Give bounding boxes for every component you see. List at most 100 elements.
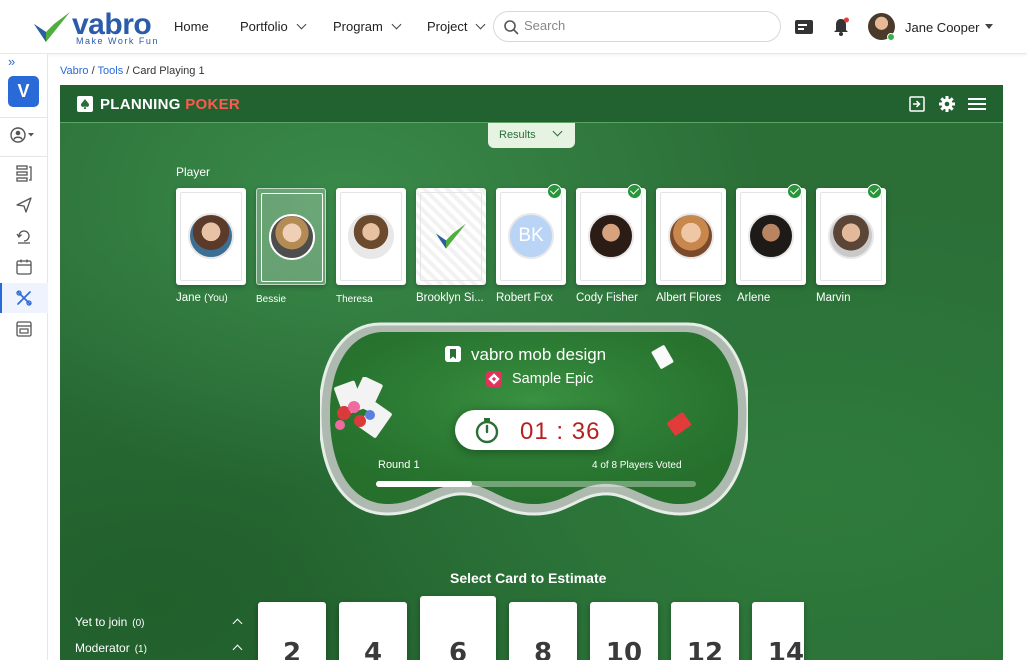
yet-to-join-toggle[interactable]: Yet to join (0) [75, 615, 145, 629]
player-card-robert-fox[interactable]: BK [496, 184, 566, 285]
panel-title-accent: POKER [185, 96, 241, 113]
player-name: Theresa [336, 294, 373, 305]
player-name: Robert Fox [496, 292, 553, 304]
player-card-theresa[interactable] [336, 188, 406, 285]
estimate-card-value: 4 [363, 638, 383, 660]
player-avatar [348, 213, 394, 259]
estimate-card[interactable]: 2 [258, 602, 326, 660]
breadcrumb-current: Card Playing 1 [132, 65, 205, 77]
profile-menu-icon[interactable] [10, 126, 38, 144]
brand-logo[interactable]: vabro Make Work Fun [32, 8, 164, 48]
inbox-icon[interactable] [793, 16, 815, 38]
estimate-card-value: 2 [282, 638, 302, 660]
countdown-timer: 01 : 36 [455, 410, 614, 450]
estimate-card-value: 8 [533, 638, 553, 660]
player-avatar [668, 213, 714, 259]
player-card-cody-fisher[interactable] [576, 184, 646, 285]
brand-tagline: Make Work Fun [76, 36, 159, 46]
expand-sidebar-icon[interactable]: » [8, 54, 15, 69]
epic-icon [486, 371, 502, 387]
nav-program[interactable]: Program [333, 19, 402, 34]
player-avatar [269, 214, 315, 260]
player-avatar [748, 213, 794, 259]
hamburger-menu-icon[interactable] [967, 95, 987, 113]
player-name: Cody Fisher [576, 292, 638, 304]
estimate-card-selected[interactable]: 6 [420, 596, 496, 660]
nav-project[interactable]: Project [427, 19, 486, 34]
select-card-heading: Select Card to Estimate [450, 570, 607, 586]
voted-check-icon [627, 184, 642, 199]
player-name: Arlene [737, 292, 771, 304]
player-name: Albert Flores [656, 292, 722, 304]
calendar-icon[interactable] [15, 258, 33, 276]
spade-icon [81, 99, 89, 109]
estimate-card[interactable]: 12 [671, 602, 739, 660]
rail-divider [0, 156, 48, 157]
exit-icon[interactable] [908, 95, 926, 113]
player-card-bessie[interactable] [256, 188, 326, 285]
caret-down-icon[interactable] [985, 24, 993, 29]
estimate-card[interactable]: 4 [339, 602, 407, 660]
player-name-suffix: (You) [204, 293, 228, 304]
chevron-down-icon [476, 19, 486, 30]
backlog-icon[interactable] [15, 164, 33, 182]
planning-poker-panel: PLANNING POKER Results Player BK Jane (Y… [60, 85, 1003, 660]
chevron-down-icon [552, 126, 563, 137]
player-name: Jane (You) [176, 292, 228, 304]
results-dropdown[interactable]: Results [488, 123, 575, 148]
chevron-up-icon[interactable] [232, 644, 243, 655]
cycle-icon[interactable] [15, 227, 33, 245]
stopwatch-icon [475, 418, 499, 444]
voted-check-icon [547, 184, 562, 199]
playing-card-icon [651, 345, 674, 369]
voted-check-icon [787, 184, 802, 199]
gear-icon[interactable] [938, 95, 956, 113]
player-card-brooklyn[interactable] [416, 188, 486, 285]
search-input[interactable] [524, 18, 764, 33]
yet-to-join-count: (0) [132, 618, 145, 629]
user-name[interactable]: Jane Cooper [905, 20, 979, 35]
yet-to-join-label: Yet to join [75, 615, 128, 629]
nav-portfolio[interactable]: Portfolio [240, 19, 307, 34]
player-card-albert-flores[interactable] [656, 188, 726, 285]
nav-project-label: Project [427, 19, 468, 34]
timer-display: 01 : 36 [520, 418, 600, 446]
breadcrumb-root[interactable]: Vabro [60, 65, 89, 77]
playing-cards-chips-icon [334, 377, 392, 438]
chevron-up-icon[interactable] [232, 618, 243, 629]
board-icon[interactable] [15, 320, 33, 338]
timer-seconds: 36 [571, 418, 601, 445]
spade-card-icon [77, 96, 93, 112]
player-avatar [188, 213, 234, 259]
nav-home[interactable]: Home [174, 19, 209, 34]
estimate-card[interactable]: 8 [509, 602, 577, 660]
round-label: Round 1 [378, 459, 420, 471]
breadcrumb-section[interactable]: Tools [98, 65, 124, 77]
workspace-switcher[interactable]: V [8, 76, 39, 107]
estimate-card-value: 12 [686, 638, 724, 660]
player-card-marvin[interactable] [816, 184, 886, 285]
moderator-count: (1) [134, 644, 147, 655]
estimate-card-value: 14 [767, 638, 804, 660]
player-name-text: Jane [176, 292, 201, 304]
vote-progress-fill [376, 481, 472, 487]
playing-card-back-icon [666, 412, 692, 436]
nav-portfolio-label: Portfolio [240, 19, 288, 34]
estimate-card[interactable]: 14 [752, 602, 804, 660]
panel-title-main: PLANNING [100, 96, 181, 113]
panel-title: PLANNING POKER [100, 96, 240, 113]
tools-icon[interactable] [15, 289, 33, 307]
bell-icon[interactable] [830, 16, 852, 38]
vabro-check-icon [34, 12, 70, 42]
player-card-jane[interactable] [176, 188, 246, 285]
player-card-arlene[interactable] [736, 184, 806, 285]
moderator-toggle[interactable]: Moderator (1) [75, 641, 147, 655]
vote-progress-bar [376, 481, 696, 487]
send-icon[interactable] [15, 196, 33, 214]
epic-name-text: Sample Epic [512, 371, 594, 387]
nav-home-label: Home [174, 19, 209, 34]
project-name-text: vabro mob design [471, 345, 607, 364]
player-avatar [828, 213, 874, 259]
estimate-card-value: 10 [605, 638, 643, 660]
estimate-card[interactable]: 10 [590, 602, 658, 660]
